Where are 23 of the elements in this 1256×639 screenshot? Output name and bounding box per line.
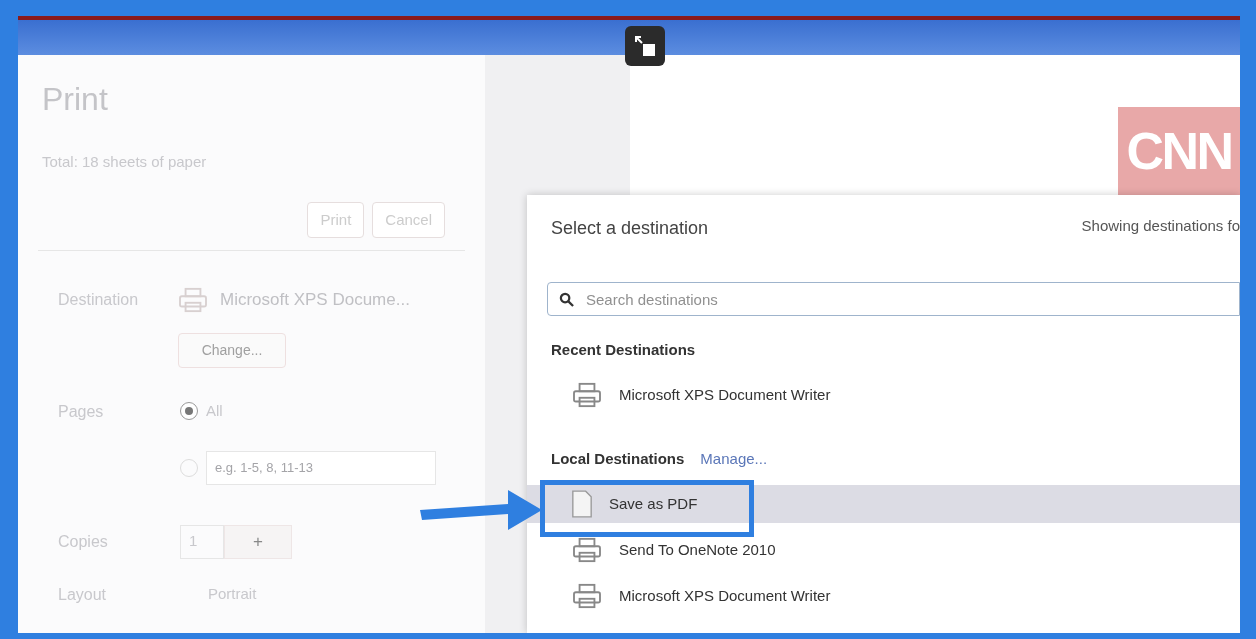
destination-value: Microsoft XPS Docume... [220, 289, 410, 312]
change-button[interactable]: Change... [178, 333, 286, 368]
dialog-title: Select a destination [551, 217, 709, 240]
document-icon [571, 490, 593, 518]
destination-item[interactable]: Microsoft XPS Document Writer [527, 372, 1240, 418]
dialog-note: Showing destinations fo [1081, 216, 1240, 236]
manage-link[interactable]: Manage... [700, 447, 768, 471]
radio-button[interactable] [180, 402, 198, 421]
section-heading: Recent Destinations [551, 339, 696, 360]
section-heading: Local Destinations [551, 448, 685, 469]
restore-icon[interactable] [625, 26, 665, 66]
destination-item[interactable]: Send To OneNote 2010 [527, 527, 1240, 573]
printer-icon [571, 583, 603, 609]
printer-icon [571, 382, 603, 408]
increment-button[interactable]: + [224, 524, 292, 559]
logo: CNN [1118, 107, 1240, 195]
search-field[interactable]: Search destinations [547, 282, 1240, 316]
destination-item[interactable]: Save as PDF [527, 485, 1240, 523]
destination-item[interactable]: Microsoft XPS Document Writer [527, 573, 1240, 619]
printer-icon [178, 287, 208, 313]
page-range-field[interactable]: e.g. 1-5, 8, 11-13 [206, 450, 436, 485]
printer-icon [571, 537, 603, 563]
search-icon [559, 292, 574, 307]
